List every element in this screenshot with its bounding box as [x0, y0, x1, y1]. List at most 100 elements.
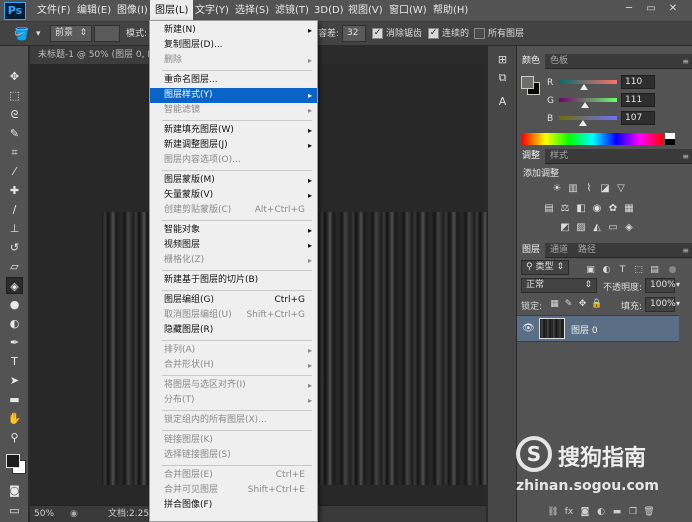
menu-help[interactable]: 帮助(H)	[428, 0, 473, 22]
properties-icon[interactable]: ⧉	[495, 70, 510, 85]
adjustment-icon[interactable]: ◐	[595, 506, 607, 518]
layer-menu-item[interactable]: 图层样式(Y) ▸	[150, 88, 317, 103]
tab-layers[interactable]: 图层	[517, 243, 546, 258]
layer-menu-item[interactable]: 隐藏图层(R)	[150, 323, 317, 338]
lock-pixels-icon[interactable]: ✎	[563, 299, 574, 310]
marquee-icon[interactable]: ⬚	[6, 87, 23, 104]
filter-shape-icon[interactable]: ⬚	[633, 265, 644, 276]
layer-menu-item[interactable]: 新建填充图层(W) ▸	[150, 123, 317, 138]
selective-color-icon[interactable]: ◈	[623, 222, 635, 234]
tolerance-input[interactable]: 32	[342, 25, 366, 42]
quick-mask-icon[interactable]: ◙	[6, 482, 23, 499]
levels-icon[interactable]: ▥	[567, 183, 579, 195]
lock-transparency-icon[interactable]: ▦	[549, 299, 560, 310]
tab-adjustments[interactable]: 调整	[517, 149, 546, 164]
spectrum-black[interactable]	[665, 139, 675, 145]
opacity-dropdown-icon[interactable]: ▾	[676, 280, 680, 289]
filter-type-icon[interactable]: T	[617, 265, 628, 276]
quick-select-icon[interactable]: ✎	[6, 125, 23, 142]
layer-menu-item[interactable]: 新建基于图层的切片(B)	[150, 273, 317, 288]
panel-menu-icon[interactable]: ≡	[682, 149, 689, 164]
path-select-icon[interactable]: ➤	[6, 372, 23, 389]
panel-menu-icon[interactable]: ≡	[682, 243, 689, 258]
minimize-icon[interactable]: ─	[620, 2, 638, 16]
close-icon[interactable]: ✕	[664, 2, 682, 16]
layer-menu-item[interactable]: 复制图层(D)...	[150, 38, 317, 53]
antialias-checkbox[interactable]: ✓	[372, 28, 383, 39]
layer-menu-item[interactable]: 新建调整图层(J) ▸	[150, 138, 317, 153]
dodge-icon[interactable]: ◐	[6, 315, 23, 332]
layer-menu-item[interactable]: 图层编组(G) Ctrl+G	[150, 293, 317, 308]
menu-image[interactable]: 图像(I)	[112, 0, 153, 22]
move-icon[interactable]: ✥	[6, 68, 23, 85]
blend-mode-select[interactable]: 正常 ⇕	[521, 278, 597, 293]
eyedropper-icon[interactable]: ⁄	[6, 163, 23, 180]
channel-mixer-icon[interactable]: ✿	[607, 203, 619, 215]
tab-channels[interactable]: 通道	[545, 243, 573, 258]
info-icon[interactable]: ◉	[70, 506, 78, 522]
tab-swatches[interactable]: 色板	[545, 54, 573, 69]
mask-icon[interactable]: ◙	[579, 506, 591, 518]
healing-brush-icon[interactable]: ✚	[6, 182, 23, 199]
hand-icon[interactable]: ✋	[6, 410, 23, 427]
eraser-icon[interactable]: ▱	[6, 258, 23, 275]
layer-filter-select[interactable]: ⚲ 类型 ⇕	[521, 260, 569, 275]
paint-bucket-icon[interactable]: ◈	[6, 277, 23, 294]
threshold-icon[interactable]: ◭	[591, 222, 603, 234]
color-fg-swatch[interactable]	[521, 76, 534, 89]
gradient-map-icon[interactable]: ▭	[607, 222, 619, 234]
brightness-icon[interactable]: ☀	[551, 183, 563, 195]
channel-knob-r[interactable]	[579, 84, 588, 90]
hue-saturation-icon[interactable]: ▤	[543, 203, 555, 215]
layer-menu-item[interactable]: 重命名图层...	[150, 73, 317, 88]
curves-icon[interactable]: ⌇	[583, 183, 595, 195]
panel-menu-icon[interactable]: ≡	[682, 54, 689, 69]
menu-view[interactable]: 视图(V)	[343, 0, 388, 22]
channel-knob-b[interactable]	[579, 120, 588, 126]
contiguous-checkbox[interactable]: ✓	[428, 28, 439, 39]
type-icon[interactable]: T	[6, 353, 23, 370]
document-tab[interactable]: 未标题-1 @ 50% (图层 0, RGB/8)	[30, 46, 150, 64]
clone-stamp-icon[interactable]: ⊥	[6, 220, 23, 237]
history-icon[interactable]: ⊞	[495, 52, 510, 67]
history-brush-icon[interactable]: ↺	[6, 239, 23, 256]
menu-window[interactable]: 窗口(W)	[384, 0, 432, 22]
lock-all-icon[interactable]: 🔒	[591, 299, 602, 310]
foreground-color-swatch[interactable]	[6, 454, 20, 468]
layer-menu-item[interactable]: 智能对象 ▸	[150, 223, 317, 238]
lasso-icon[interactable]: ᘓ	[6, 106, 23, 123]
filter-smart-icon[interactable]: ▤	[649, 265, 660, 276]
opacity-input[interactable]: 100%	[645, 278, 676, 293]
color-lookup-icon[interactable]: ▦	[623, 203, 635, 215]
layer-name[interactable]: 图层 0	[571, 323, 598, 336]
menu-filter[interactable]: 滤镜(T)	[270, 0, 314, 22]
new-layer-icon[interactable]: ❐	[627, 506, 639, 518]
exposure-icon[interactable]: ◪	[599, 183, 611, 195]
fx-icon[interactable]: fx	[563, 506, 575, 518]
screen-mode-icon[interactable]: ▭	[6, 502, 23, 519]
color-spectrum-bar[interactable]	[522, 133, 663, 145]
layer-menu-item[interactable]: 视频图层 ▸	[150, 238, 317, 253]
channel-value-b[interactable]: 107	[621, 111, 655, 125]
menu-file[interactable]: 文件(F)	[32, 0, 76, 22]
black-white-icon[interactable]: ◧	[575, 203, 587, 215]
zoom-level[interactable]: 50%	[34, 506, 54, 522]
restore-icon[interactable]: ▭	[642, 2, 660, 16]
layer-menu-item[interactable]: 图层蒙版(M) ▸	[150, 173, 317, 188]
pattern-picker[interactable]	[94, 25, 120, 42]
channel-value-r[interactable]: 110	[621, 75, 655, 89]
menu-layer[interactable]: 图层(L)	[150, 0, 194, 22]
folder-icon[interactable]: ▬	[611, 506, 623, 518]
fill-dropdown-icon[interactable]: ▾	[676, 299, 680, 308]
fill-source-select[interactable]: 前景 ⇕	[50, 25, 92, 42]
channel-slider-r[interactable]	[559, 80, 617, 84]
link-icon[interactable]: ⛓	[547, 506, 559, 518]
filter-adjustment-icon[interactable]: ◐	[601, 265, 612, 276]
filter-pixel-icon[interactable]: ▣	[585, 265, 596, 276]
menu-type[interactable]: 文字(Y)	[190, 0, 234, 22]
all-layers-checkbox[interactable]	[474, 28, 485, 39]
photo-filter-icon[interactable]: ◉	[591, 203, 603, 215]
zoom-icon[interactable]: ⚲	[6, 429, 23, 446]
blur-icon[interactable]: ●	[6, 296, 23, 313]
pen-icon[interactable]: ✒	[6, 334, 23, 351]
